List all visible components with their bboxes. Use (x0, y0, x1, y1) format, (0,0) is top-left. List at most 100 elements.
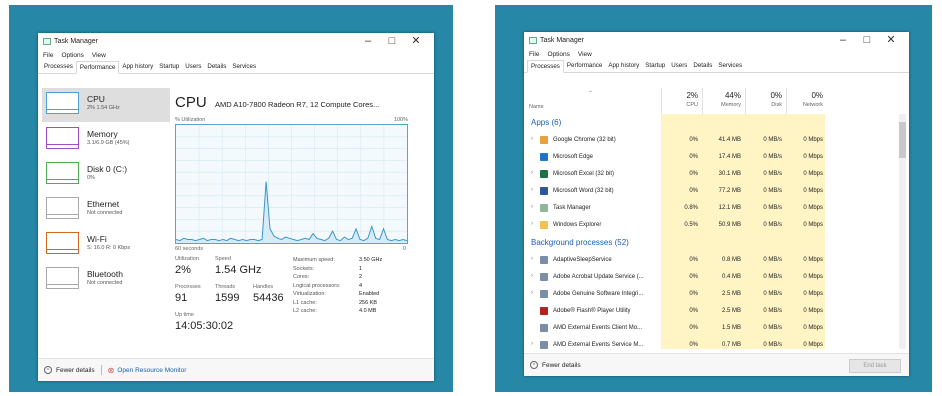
menu-options[interactable]: Options (547, 51, 569, 58)
utilization-label: Utilization (175, 256, 199, 262)
tab-details[interactable]: Details (690, 60, 715, 72)
sidebar-item[interactable]: Wi-Fi S: 16.0 R: 0 Kbps (42, 228, 170, 262)
resource-sidebar: CPU 2% 1.54 GHz Memory 3.1/6.9 GB (45%) Disk… (42, 88, 170, 298)
menu-view[interactable]: View (578, 51, 592, 58)
chevron-up-icon[interactable]: ⌃ (44, 366, 52, 374)
tab-processes[interactable]: Processes (41, 61, 76, 73)
title-bar: Task Manager – □ ✕ (38, 33, 434, 50)
menu-options[interactable]: Options (61, 52, 83, 59)
tab-details[interactable]: Details (204, 61, 229, 73)
expand-chevron-icon[interactable]: › (531, 221, 533, 227)
tab-app-history[interactable]: App history (119, 61, 156, 73)
expand-chevron-icon[interactable]: › (531, 256, 533, 262)
sidebar-item-detail: Not connected (87, 210, 123, 216)
tab-startup[interactable]: Startup (642, 60, 668, 72)
process-cpu: 0% (689, 308, 698, 314)
column-header-network[interactable]: 0% Network (786, 88, 827, 114)
process-cpu: 0.5% (684, 222, 698, 228)
process-row[interactable]: › Adobe Acrobat Update Service (... 0% 0.4 … (524, 269, 909, 285)
mini-graph (46, 162, 79, 184)
tab-services[interactable]: Services (229, 61, 259, 73)
process-cpu: 0% (689, 171, 698, 177)
column-header-memory[interactable]: 44% Memory (702, 88, 745, 114)
process-net: 0 Mbps (803, 222, 823, 228)
expand-chevron-icon[interactable]: › (531, 187, 533, 193)
sidebar-item-label: Bluetooth (87, 269, 123, 279)
expand-chevron-icon[interactable]: › (531, 273, 533, 279)
process-row[interactable]: › Windows Explorer 0.5% 50.9 MB 0 MB/s 0 Mbps (524, 217, 909, 233)
close-button[interactable]: ✕ (879, 34, 903, 47)
column-header-cpu[interactable]: 2% CPU (661, 88, 702, 114)
process-net: 0 Mbps (803, 274, 823, 280)
sort-chevron-icon[interactable]: ⌃ (588, 90, 593, 97)
fewer-details-link[interactable]: Fewer details (56, 367, 95, 374)
task-manager-processes-window: Task Manager – □ ✕ File Options View Pro… (524, 32, 909, 376)
minimize-button[interactable]: – (356, 35, 380, 48)
sidebar-item[interactable]: CPU 2% 1.54 GHz (42, 88, 170, 122)
process-row[interactable]: › Google Chrome (32 bit) 0% 41.4 MB 0 MB/s 0 … (524, 132, 909, 148)
spec-value: Enabled (359, 291, 380, 297)
sidebar-item-label: Memory (87, 129, 118, 139)
open-resource-monitor-link[interactable]: Open Resource Monitor (117, 367, 186, 374)
process-row[interactable]: › AMD External Events Service M... 0% 0.7 M… (524, 337, 909, 353)
expand-chevron-icon[interactable]: › (531, 290, 533, 296)
menu-view[interactable]: View (92, 52, 106, 59)
process-net: 0 Mbps (803, 205, 823, 211)
tab-users[interactable]: Users (668, 60, 690, 72)
process-net: 0 Mbps (803, 257, 823, 263)
menu-file[interactable]: File (43, 52, 53, 59)
menu-file[interactable]: File (529, 51, 539, 58)
expand-chevron-icon[interactable]: › (531, 170, 533, 176)
column-header-disk[interactable]: 0% Disk (745, 88, 786, 114)
spec-row: Virtualization: Enabled (293, 290, 382, 299)
tab-startup[interactable]: Startup (156, 61, 182, 73)
sidebar-item[interactable]: Bluetooth Not connected (42, 263, 170, 297)
maximize-button[interactable]: □ (380, 35, 404, 48)
end-task-button[interactable]: End task (849, 359, 901, 373)
spec-value: 4 (359, 282, 363, 289)
chevron-up-icon[interactable]: ⌃ (530, 361, 538, 369)
tab-performance[interactable]: Performance (75, 61, 120, 74)
sidebar-item-detail: Not connected (87, 280, 123, 286)
window-title: Task Manager (540, 37, 584, 44)
task-manager-icon (43, 38, 51, 45)
close-button[interactable]: ✕ (404, 35, 428, 48)
maximize-button[interactable]: □ (855, 34, 879, 47)
fewer-details-link[interactable]: Fewer details (542, 362, 581, 369)
tab-users[interactable]: Users (182, 61, 204, 73)
column-percent: 0% (770, 91, 782, 100)
sidebar-item[interactable]: Ethernet Not connected (42, 193, 170, 227)
scrollbar-thumb[interactable] (899, 122, 906, 158)
minimize-button[interactable]: – (831, 34, 855, 47)
sidebar-item[interactable]: Memory 3.1/6.9 GB (45%) (42, 123, 170, 157)
tab-processes[interactable]: Processes (527, 60, 564, 73)
process-row[interactable]: › Microsoft Word (32 bit) 0% 77.2 MB 0 MB/s 0… (524, 183, 909, 199)
process-row[interactable]: Microsoft Edge 0% 17.4 MB 0 MB/s 0 Mbps (524, 149, 909, 165)
process-cpu: 0% (689, 342, 698, 348)
process-name: Adobe® Flash® Player Utility (553, 308, 631, 314)
column-percent: 2% (686, 91, 698, 100)
tab-bar: Processes Performance App history Startu… (524, 60, 909, 73)
expand-chevron-icon[interactable]: › (531, 136, 533, 142)
footer-bar: ⌃ Fewer details End task (524, 353, 909, 376)
spec-key: Sockets: (293, 265, 315, 272)
process-row[interactable]: AMD External Events Client Mo... 0% 1.5 MB… (524, 320, 909, 336)
process-row[interactable]: › Microsoft Excel (32 bit) 0% 30.1 MB 0 MB/s… (524, 166, 909, 182)
sidebar-item[interactable]: Disk 0 (C:) 0% (42, 158, 170, 192)
process-row[interactable]: › Task Manager 0.8% 12.1 MB 0 MB/s 0 Mbps (524, 200, 909, 216)
process-cpu: 0% (689, 154, 698, 160)
process-row[interactable]: Adobe® Flash® Player Utility 0% 2.5 MB 0 MB… (524, 303, 909, 319)
expand-chevron-icon[interactable]: › (531, 204, 533, 210)
expand-chevron-icon[interactable]: › (531, 341, 533, 347)
tab-services[interactable]: Services (715, 60, 745, 72)
process-name: Google Chrome (32 bit) (553, 137, 616, 143)
tab-app-history[interactable]: App history (605, 60, 642, 72)
process-row[interactable]: › Adobe Genuine Software Integri... 0% 2.5 … (524, 286, 909, 302)
vertical-scrollbar[interactable] (899, 114, 906, 349)
mini-graph-line (47, 144, 78, 145)
process-name: Adobe Genuine Software Integri... (553, 291, 644, 297)
name-column-header[interactable]: Name (529, 104, 544, 110)
process-name: Adobe Acrobat Update Service (... (553, 274, 644, 280)
process-row[interactable]: › AdaptiveSleepService 0% 0.8 MB 0 MB/s 0 Mbp… (524, 252, 909, 268)
tab-performance[interactable]: Performance (564, 60, 605, 72)
